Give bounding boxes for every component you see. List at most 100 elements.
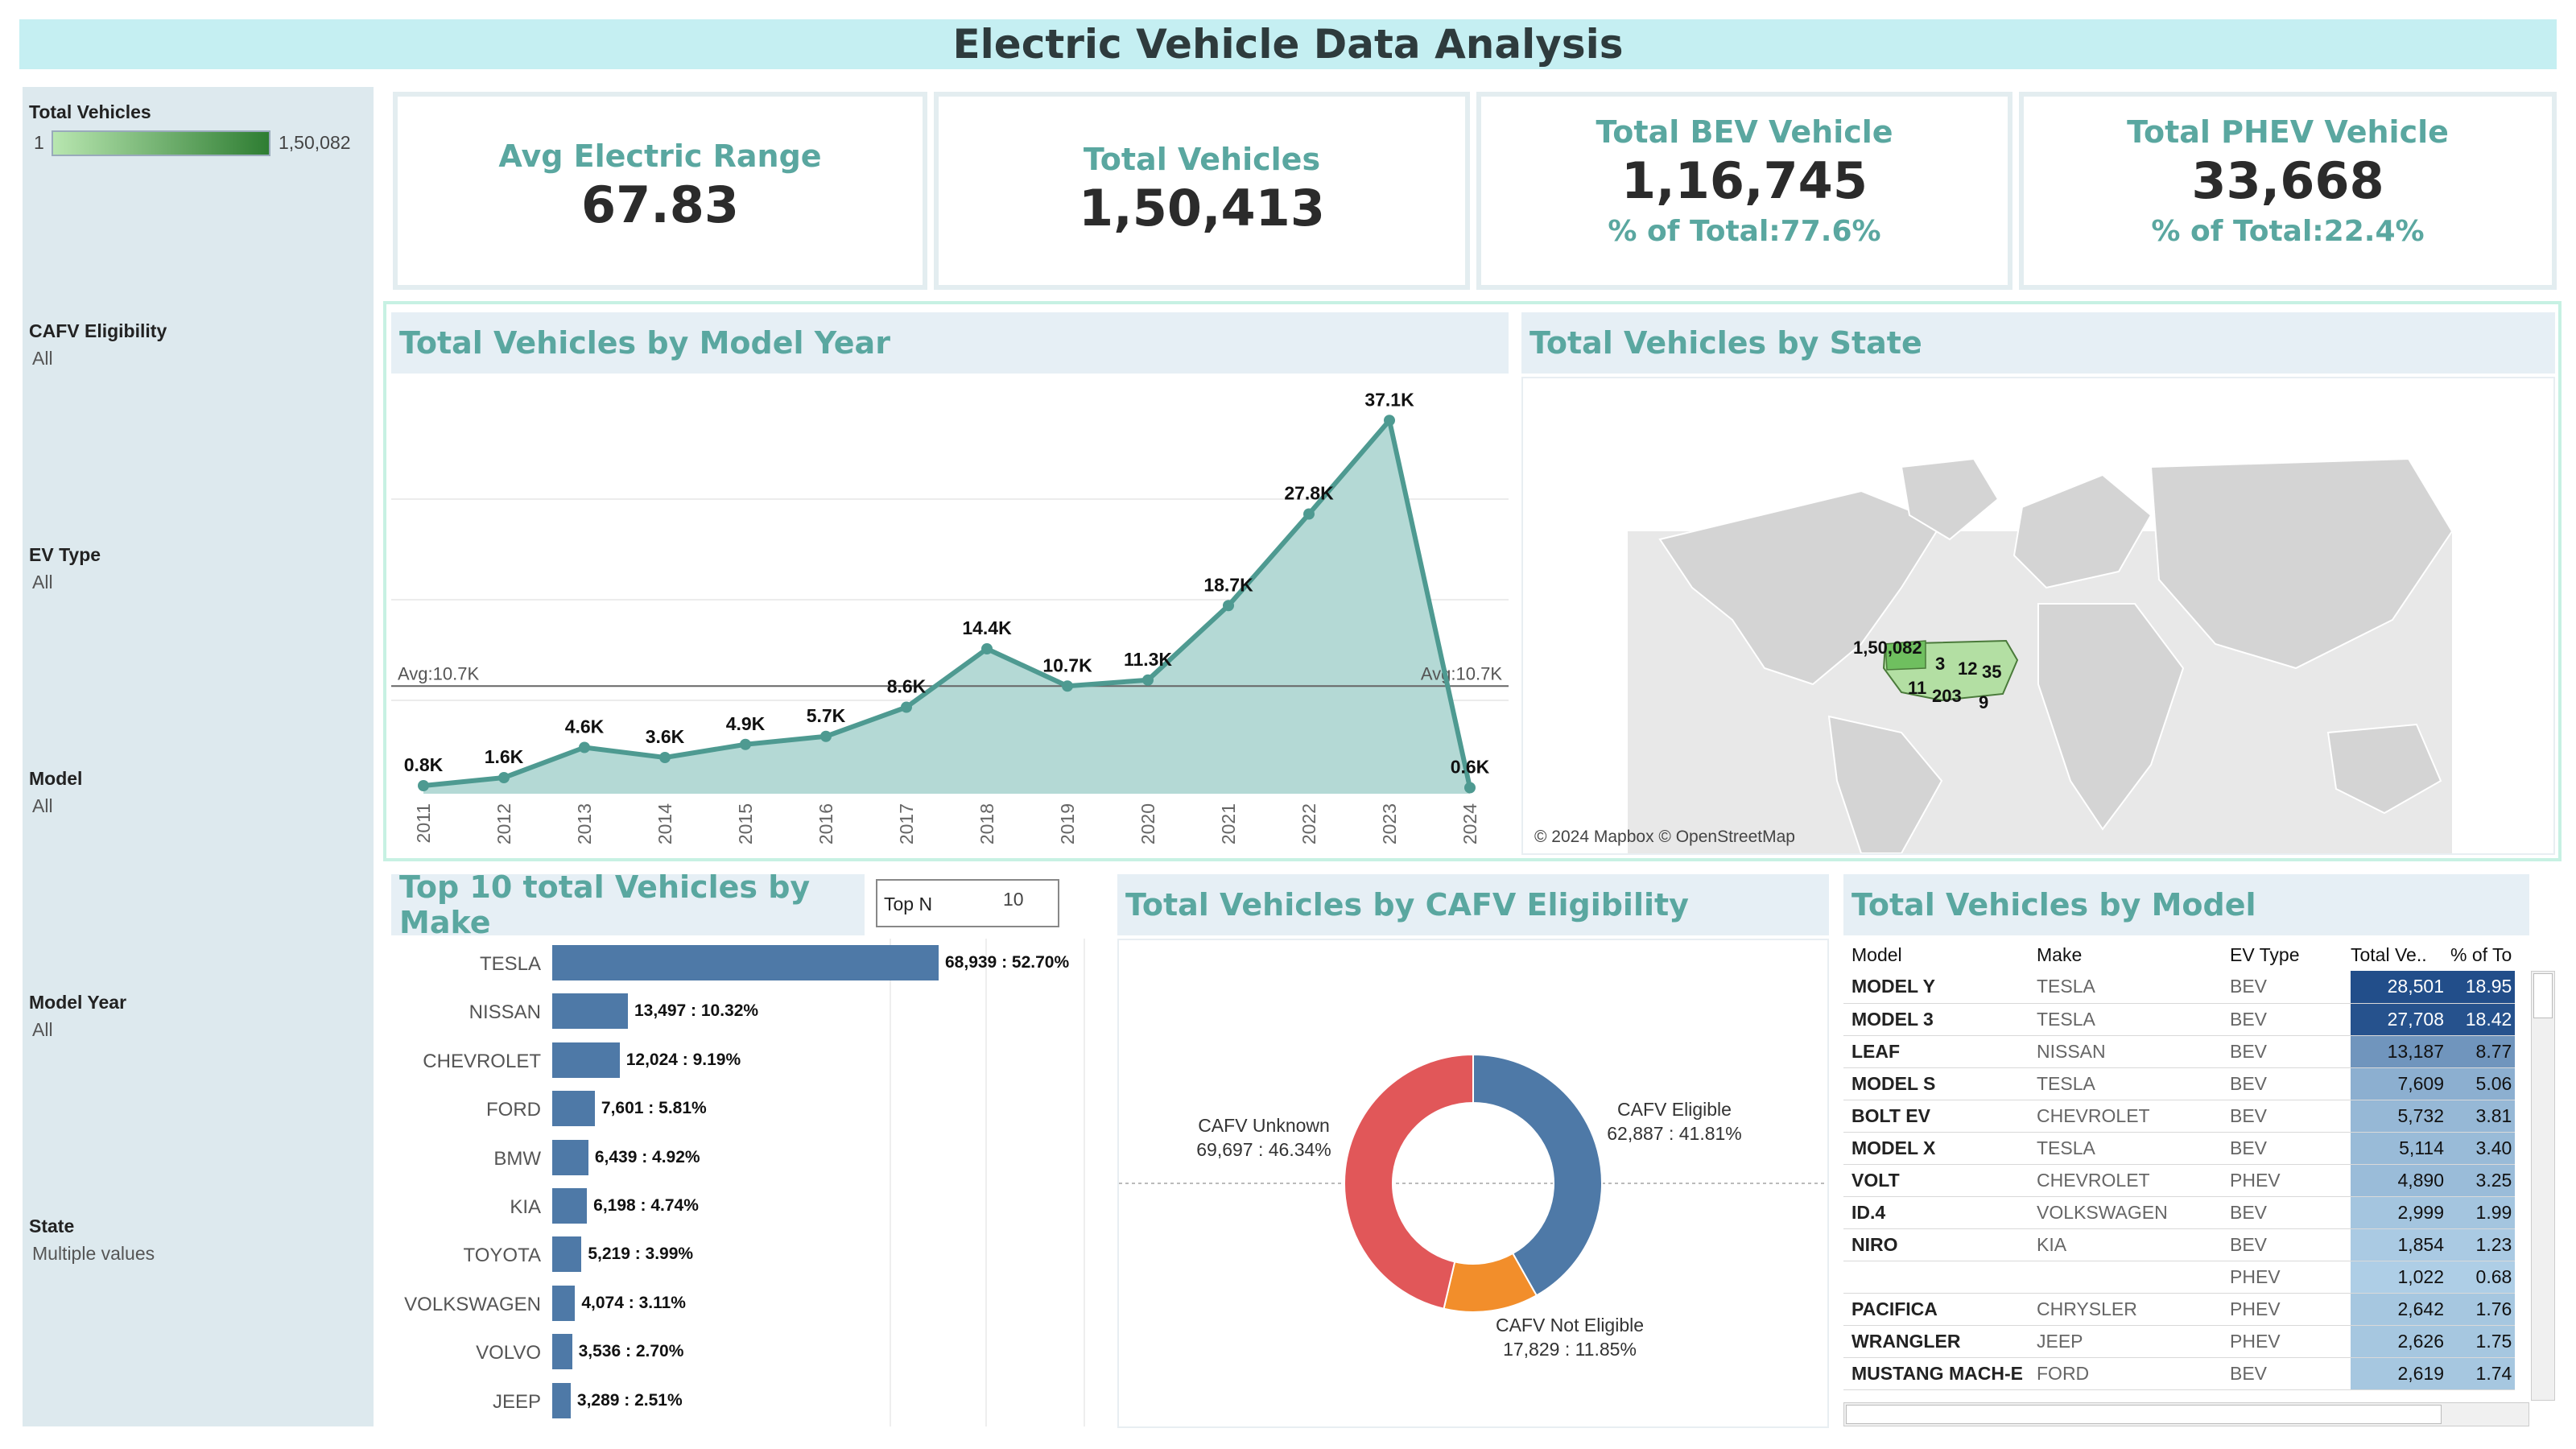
filter-modelyear-dropdown[interactable]: All bbox=[32, 1019, 53, 1041]
make-bar[interactable] bbox=[552, 1091, 595, 1127]
data-point[interactable] bbox=[1223, 600, 1234, 612]
cell-pct: 0.68 bbox=[2450, 1261, 2516, 1294]
gridline bbox=[889, 939, 891, 1426]
make-bar[interactable] bbox=[552, 993, 628, 1030]
cell-make: NISSAN bbox=[2037, 1035, 2230, 1068]
x-tick-label: 2012 bbox=[493, 803, 514, 844]
kpi-phev-label: Total PHEV Vehicle bbox=[2127, 114, 2449, 150]
topn-label: Top N bbox=[884, 894, 933, 914]
cell-evtype: BEV bbox=[2230, 1357, 2351, 1390]
x-tick-label: 2016 bbox=[815, 803, 836, 844]
cell-pct: 1.76 bbox=[2450, 1293, 2516, 1326]
model-table-container[interactable]: Model Make EV Type Total Ve.. % of To MO… bbox=[1843, 939, 2529, 1401]
col-model[interactable]: Model bbox=[1843, 939, 2037, 971]
table-row[interactable]: VOLT CHEVROLET PHEV 4,890 3.25 bbox=[1843, 1164, 2516, 1197]
table-row[interactable]: MODEL 3 TESLA BEV 27,708 18.42 bbox=[1843, 1003, 2516, 1036]
make-value-label: 4,074 : 3.11% bbox=[581, 1293, 686, 1312]
table-row[interactable]: BOLT EV CHEVROLET BEV 5,732 3.81 bbox=[1843, 1100, 2516, 1133]
cafv-donut-chart[interactable]: CAFV Eligible 62,887 : 41.81% CAFV Not Eli… bbox=[1119, 940, 1827, 1426]
make-bar[interactable] bbox=[552, 1334, 572, 1370]
make-bar[interactable] bbox=[552, 1139, 588, 1175]
panel-title-model-year: Total Vehicles by Model Year bbox=[391, 312, 1509, 374]
col-evtype[interactable]: EV Type bbox=[2230, 939, 2351, 971]
table-row[interactable]: MODEL S TESLA BEV 7,609 5.06 bbox=[1843, 1067, 2516, 1100]
cell-pct: 1.74 bbox=[2450, 1357, 2516, 1390]
cell-make: VOLKSWAGEN bbox=[2037, 1196, 2230, 1229]
table-horizontal-scrollbar[interactable] bbox=[1843, 1402, 2529, 1426]
filter-modelyear-title: Model Year bbox=[29, 992, 127, 1013]
filter-evtype-dropdown[interactable]: All bbox=[32, 572, 53, 593]
make-bar[interactable] bbox=[552, 1042, 620, 1078]
make-label: FORD bbox=[486, 1099, 541, 1121]
table-row[interactable]: WRANGLER JEEP PHEV 2,626 1.75 bbox=[1843, 1325, 2516, 1358]
table-row[interactable]: PACIFICA CHRYSLER PHEV 2,642 1.76 bbox=[1843, 1293, 2516, 1326]
make-value-label: 3,289 : 2.51% bbox=[576, 1390, 683, 1410]
gridline bbox=[1084, 939, 1085, 1426]
filter-state-dropdown[interactable]: Multiple values bbox=[32, 1243, 155, 1265]
cell-evtype: BEV bbox=[2230, 971, 2351, 1004]
data-point[interactable] bbox=[498, 772, 510, 783]
cell-total: 1,022 bbox=[2351, 1261, 2450, 1294]
make-bar[interactable] bbox=[552, 1236, 582, 1273]
table-row[interactable]: ID.4 VOLKSWAGEN BEV 2,999 1.99 bbox=[1843, 1196, 2516, 1229]
panel-title-make: Top 10 total Vehicles by Make bbox=[391, 869, 865, 940]
data-point[interactable] bbox=[820, 730, 832, 742]
donut-slice[interactable] bbox=[1472, 1053, 1603, 1297]
x-tick-label: 2022 bbox=[1298, 803, 1319, 844]
data-point[interactable] bbox=[740, 738, 751, 750]
x-tick-label: 2023 bbox=[1379, 803, 1400, 844]
make-bar[interactable] bbox=[552, 1285, 576, 1321]
col-total[interactable]: Total Ve.. bbox=[2351, 939, 2450, 971]
make-bar-chart[interactable]: TESLA 68,939 : 52.70% NISSAN 13,497 : 10.32… bbox=[391, 939, 1116, 1426]
table-row[interactable]: MODEL Y TESLA BEV 28,501 18.95 bbox=[1843, 971, 2516, 1004]
table-horizontal-scroll-thumb[interactable] bbox=[1846, 1405, 2442, 1424]
page-title: Electric Vehicle Data Analysis bbox=[952, 21, 1624, 68]
table-row[interactable]: MUSTANG MACH-E FORD BEV 2,619 1.74 bbox=[1843, 1357, 2516, 1390]
data-point[interactable] bbox=[1142, 674, 1154, 686]
cell-make: TESLA bbox=[2037, 1003, 2230, 1036]
cell-make: KIA bbox=[2037, 1228, 2230, 1261]
kpi-phev: Total PHEV Vehicle 33,668 % of Total:22.… bbox=[2019, 92, 2557, 290]
table-row[interactable]: NIRO KIA BEV 1,854 1.23 bbox=[1843, 1228, 2516, 1261]
topn-value[interactable]: 10 bbox=[1003, 889, 1024, 910]
cell-pct: 18.95 bbox=[2450, 971, 2516, 1004]
cell-model: MODEL X bbox=[1843, 1132, 2037, 1165]
topn-parameter-control[interactable]: Top N 10 bbox=[876, 879, 1059, 927]
data-point[interactable] bbox=[981, 643, 993, 654]
x-tick-label: 2011 bbox=[413, 803, 434, 843]
make-value-label: 12,024 : 9.19% bbox=[625, 1050, 741, 1069]
table-row[interactable]: LEAF NISSAN BEV 13,187 8.77 bbox=[1843, 1035, 2516, 1068]
data-point[interactable] bbox=[901, 701, 912, 713]
cell-evtype: BEV bbox=[2230, 1228, 2351, 1261]
data-point[interactable] bbox=[579, 741, 590, 753]
table-row[interactable]: PHEV 1,022 0.68 bbox=[1843, 1261, 2516, 1294]
data-point[interactable] bbox=[1062, 680, 1073, 692]
model-table-header: Model Make EV Type Total Ve.. % of To bbox=[1843, 939, 2515, 971]
table-vertical-scrollbar[interactable] bbox=[2531, 971, 2555, 1401]
make-bar[interactable] bbox=[552, 1188, 588, 1224]
data-point[interactable] bbox=[418, 780, 429, 791]
filter-model-dropdown[interactable]: All bbox=[32, 795, 53, 817]
slice-category-label: CAFV Unknown bbox=[1198, 1115, 1330, 1136]
make-bar[interactable] bbox=[552, 1382, 571, 1418]
make-bar[interactable] bbox=[552, 945, 939, 980]
x-tick-label: 2015 bbox=[735, 803, 756, 844]
state-map-container[interactable]: 1,50,082 3 12 35 11 203 9 © 2024 Mapbox … bbox=[1521, 377, 2555, 855]
map-label-35: 35 bbox=[1982, 662, 2001, 682]
data-point[interactable] bbox=[1303, 508, 1315, 520]
col-pct[interactable]: % of To bbox=[2450, 939, 2515, 971]
kpi-avg-range-label: Avg Electric Range bbox=[498, 138, 822, 174]
x-tick-label: 2020 bbox=[1137, 803, 1158, 844]
data-point[interactable] bbox=[1464, 782, 1476, 794]
filter-cafv-dropdown[interactable]: All bbox=[32, 348, 53, 369]
make-label: JEEP bbox=[492, 1390, 541, 1413]
color-legend-ramp bbox=[52, 130, 270, 156]
cell-evtype: PHEV bbox=[2230, 1261, 2351, 1294]
table-row[interactable]: MODEL X TESLA BEV 5,114 3.40 bbox=[1843, 1132, 2516, 1165]
cell-model: MODEL Y bbox=[1843, 971, 2037, 1004]
data-point[interactable] bbox=[1384, 415, 1395, 427]
data-point[interactable] bbox=[659, 752, 671, 763]
model-year-area-chart[interactable]: Avg:10.7K Avg:10.7K 0.8K 2011 1.6K 2012 4.6K 20… bbox=[391, 375, 1509, 858]
table-vertical-scroll-thumb[interactable] bbox=[2533, 973, 2553, 1018]
col-make[interactable]: Make bbox=[2037, 939, 2230, 971]
